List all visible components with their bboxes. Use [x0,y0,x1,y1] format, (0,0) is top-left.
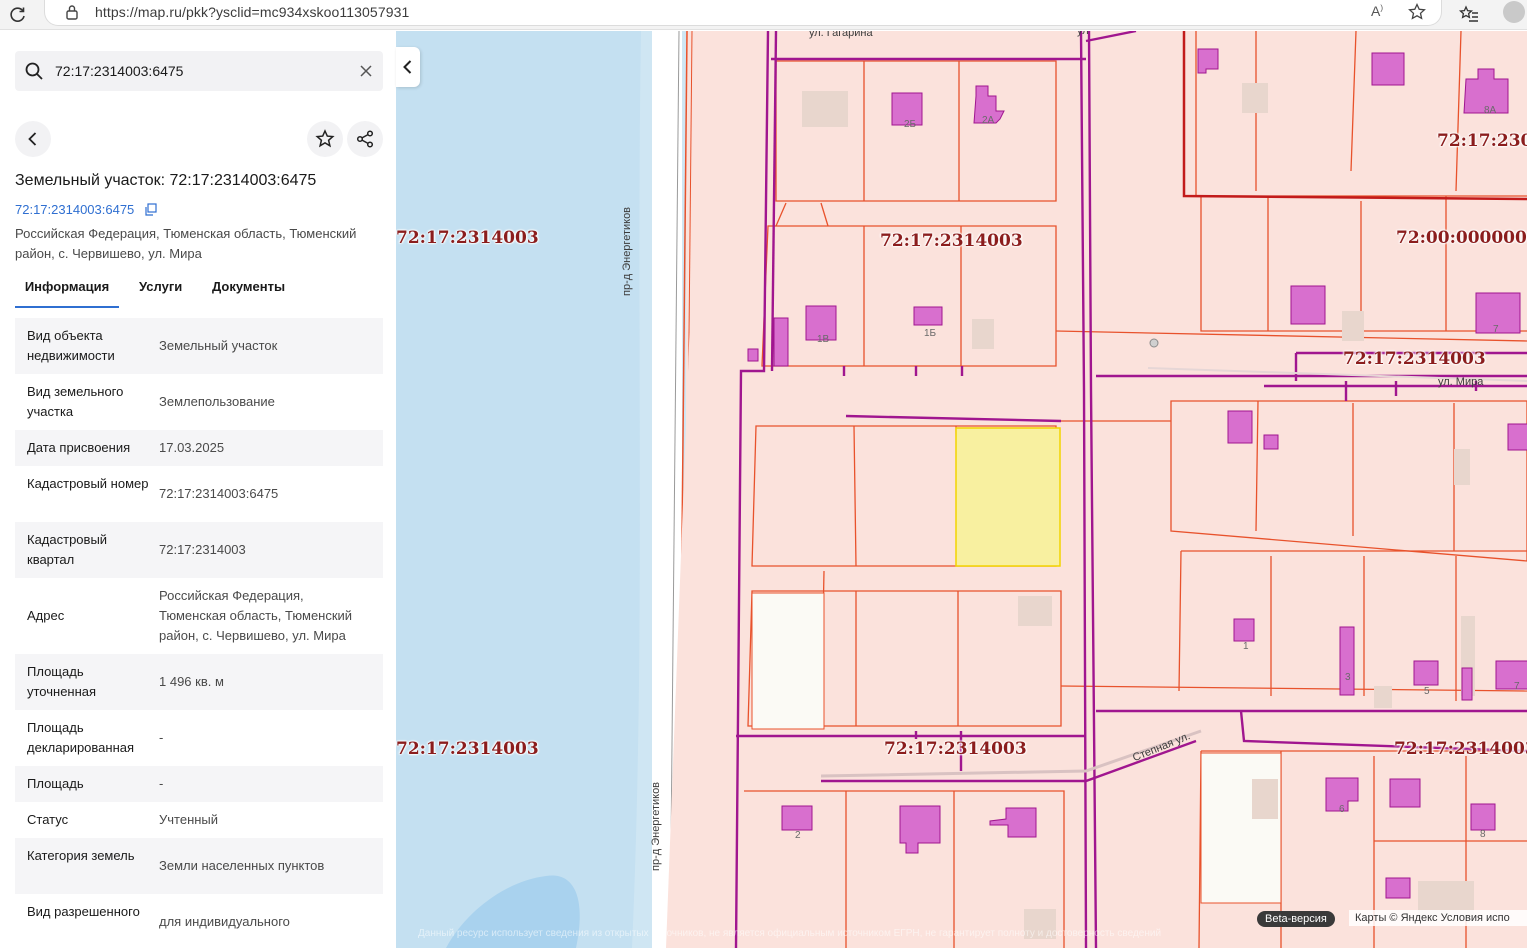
info-row: Площадь уточненная 1 496 кв. м [15,654,383,710]
object-title: Земельный участок: 72:17:2314003:6475 [15,172,317,189]
info-label: Кадастровый номер [27,476,149,491]
copy-icon[interactable] [144,203,157,216]
favorites-list-icon[interactable] [1458,4,1480,24]
beta-badge[interactable]: Beta-версия [1257,911,1335,927]
house-number: 5 [1424,686,1430,697]
info-label: Площадь [27,776,84,791]
street-label: ул. Гагарина [809,31,873,39]
info-label: Вид объекта недвижимости [27,328,115,363]
lock-icon [66,5,78,20]
info-value: 17.03.2025 [159,440,225,455]
house-number: 8 [1480,829,1486,840]
house-number: 2Б [904,119,917,130]
info-value: Учтенный [159,812,219,827]
info-value: 1 496 кв. м [159,674,224,689]
info-row: Статус Учтенный [15,802,383,838]
search-input[interactable] [55,57,345,85]
info-label: Вид земельного участка [27,384,124,419]
clear-icon[interactable] [358,63,374,79]
info-label: Статус [27,812,69,827]
info-row: Адрес Российская Федерация, Тюменская об… [15,578,383,654]
house-number: 2А [982,115,995,126]
info-label: Категория земель [27,848,135,863]
browser-toolbar: https://map.ru/pkk?ysclid=mc934xskoo1130… [0,0,1527,30]
reload-icon[interactable] [8,5,28,25]
object-address: Российская Федерация, Тюменская область,… [15,226,357,261]
search-icon[interactable] [24,61,44,81]
profile-avatar[interactable] [1503,1,1525,23]
back-button[interactable] [15,121,51,157]
info-value: Российская Федерация, Тюменская область,… [159,588,353,643]
info-value: 72:17:2314003:6475 [159,486,279,501]
info-value: для индивидуального [159,914,290,929]
street-label: ул [1077,31,1089,37]
chevron-left-icon [28,132,37,146]
info-label: Вид разрешенного [27,904,140,919]
info-label: Адрес [27,608,65,623]
info-label: Площадь декларированная [27,720,135,755]
cadastral-number-link[interactable]: 72:17:2314003:6475 [15,202,134,217]
house-number: 6 [1339,804,1345,815]
info-value: 72:17:2314003 [159,542,246,557]
house-number: 8А [1484,105,1497,116]
tab-services[interactable]: Услуги [139,276,182,308]
street-label: пр-д Энергетиков [650,781,662,871]
tab-documents[interactable]: Документы [212,276,285,308]
info-value: Землепользование [159,394,275,409]
info-row: Кадастровый номер 72:17:2314003:6475 [15,466,383,522]
info-panel: Земельный участок: 72:17:2314003:6475 72… [0,31,396,948]
favorite-star-icon[interactable] [1407,2,1427,22]
map-disclaimer: Данный ресурс использует сведения из отк… [418,928,1162,939]
house-number: 7 [1493,324,1499,335]
house-number: 7 [1514,681,1520,692]
collapse-panel-button[interactable] [396,47,420,87]
read-aloud-icon[interactable]: A) [1371,3,1391,21]
map-canvas[interactable]: 72:17:2314003 72:17:2314003 72:17:230 72… [396,31,1527,948]
quarter-label: 72:17:2314003 [880,231,1023,251]
street-label: ул. Мира [1438,376,1484,388]
house-number: 1В [817,334,830,345]
share-icon [356,130,374,148]
map-layers [396,31,1527,948]
house-number: 1 [1243,641,1249,652]
info-value: - [159,730,164,745]
info-label: Площадь уточненная [27,664,97,699]
info-label: Дата присвоения [27,440,131,455]
quarter-label: 72:17:2314003 [1343,349,1486,369]
address-bar[interactable]: https://map.ru/pkk?ysclid=mc934xskoo1130… [44,0,1442,26]
star-icon [315,129,335,148]
chevron-left-icon [403,60,412,74]
house-number: 3 [1345,672,1351,683]
info-value: Земли населенных пунктов [159,858,325,873]
info-row: Вид разрешенного для индивидуального [15,894,383,948]
share-button[interactable] [347,121,383,157]
house-number: 1Б [924,328,937,339]
quarter-label: 72:00:0000000 [1396,228,1527,248]
info-row: Вид объекта недвижимости Земельный участ… [15,318,383,374]
bookmark-button[interactable] [307,121,343,157]
quarter-label: 72:17:2314003 [884,739,1027,759]
selected-parcel[interactable] [955,427,1061,567]
info-label: Кадастровый квартал [27,532,108,567]
tab-information[interactable]: Информация [15,276,119,308]
street-label: пр-д Энергетиков [621,206,633,296]
quarter-label: 72:17:230 [1437,131,1527,151]
quarter-label: 72:17:2314003 [1394,739,1527,759]
quarter-label: 72:17:2314003 [396,228,539,248]
info-row: Кадастровый квартал 72:17:2314003 [15,522,383,578]
url-text[interactable]: https://map.ru/pkk?ysclid=mc934xskoo1130… [95,4,409,20]
house-number: 2 [795,830,801,841]
info-row: Категория земель Земли населенных пункто… [15,838,383,894]
search-box [15,51,383,91]
quarter-label: 72:17:2314003 [396,739,539,759]
info-row: Дата присвоения 17.03.2025 [15,430,383,466]
info-row: Площадь декларированная - [15,710,383,766]
tabs: Информация Услуги Документы [15,276,383,308]
info-row: Вид земельного участка Землепользование [15,374,383,430]
info-table: Вид объекта недвижимости Земельный участ… [15,318,383,948]
info-value: Земельный участок [159,338,278,353]
info-row: Площадь - [15,766,383,802]
info-value: - [159,776,164,791]
map-attribution[interactable]: Карты © Яндекс Условия испо [1349,910,1527,926]
